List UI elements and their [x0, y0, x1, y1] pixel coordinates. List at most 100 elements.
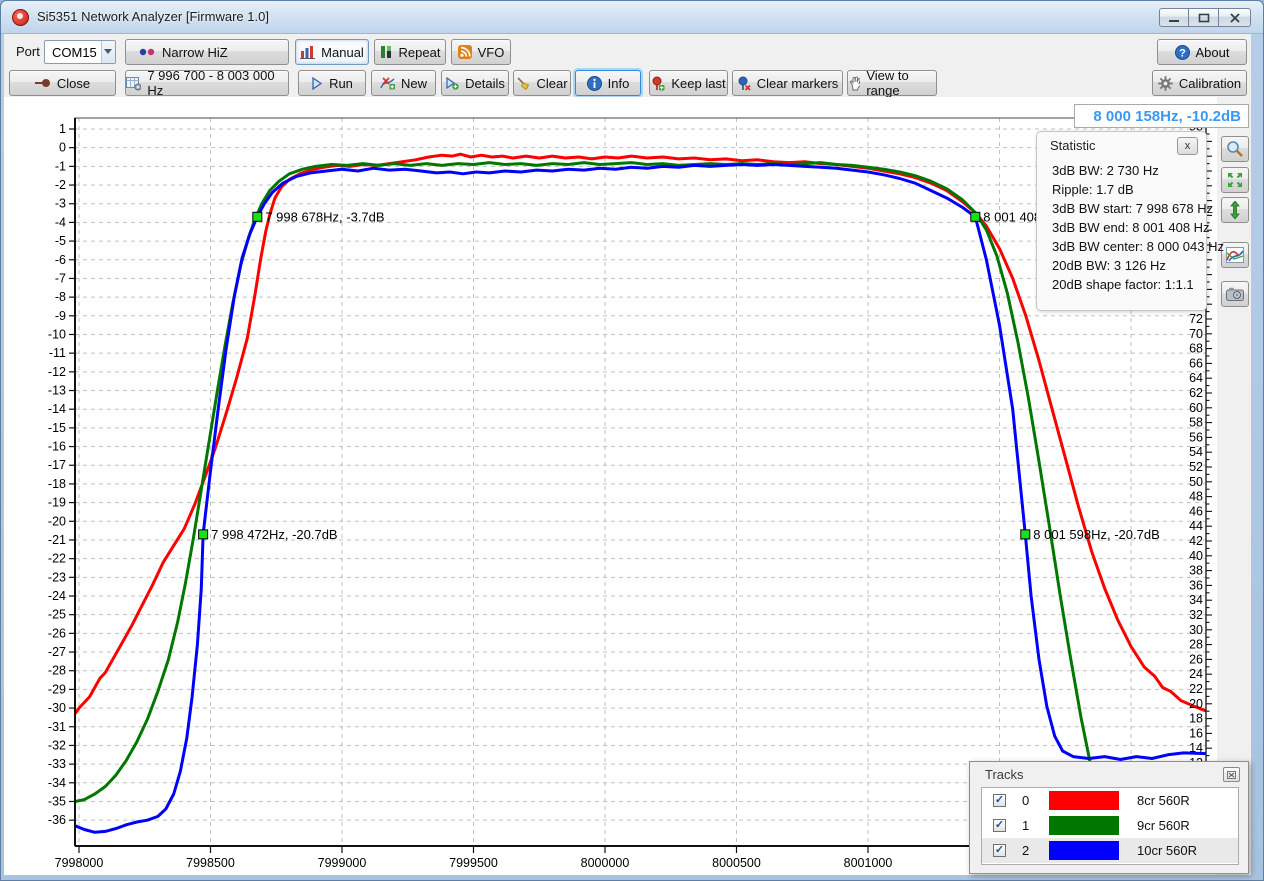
vfo-button[interactable]: VFO: [451, 39, 511, 65]
manual-toggle[interactable]: Manual: [295, 39, 369, 65]
svg-text:40: 40: [1189, 549, 1203, 563]
track-label: 10cr 560R: [1137, 843, 1197, 858]
svg-text:56: 56: [1189, 430, 1203, 444]
track-checkbox[interactable]: ✓: [993, 819, 1006, 832]
calibration-button[interactable]: Calibration: [1152, 70, 1247, 96]
run-icon: [311, 77, 323, 90]
svg-text:24: 24: [1189, 667, 1203, 681]
frequency-range-button[interactable]: 7 996 700 - 8 003 000 Hz: [125, 70, 289, 96]
svg-text:8000000: 8000000: [581, 856, 630, 870]
minimize-button[interactable]: [1159, 8, 1189, 27]
vfo-icon: [458, 45, 472, 59]
camera-icon: [1226, 287, 1244, 301]
run-button[interactable]: Run: [298, 70, 366, 96]
svg-text:8 001 598Hz, -20.7dB: 8 001 598Hz, -20.7dB: [1033, 527, 1159, 542]
title-bar[interactable]: Si5351 Network Analyzer [Firmware 1.0]: [1, 1, 1263, 34]
svg-text:-24: -24: [48, 589, 66, 603]
zoom-button[interactable]: [1221, 136, 1249, 162]
minimize-icon: [1168, 13, 1180, 23]
tracks-title: Tracks: [985, 767, 1024, 782]
svg-text:-4: -4: [55, 215, 66, 229]
svg-text:-13: -13: [48, 384, 66, 398]
stat-line-ripple: Ripple: 1.7 dB: [1052, 180, 1224, 199]
svg-text:-5: -5: [55, 234, 66, 248]
tracks-close-button[interactable]: [1223, 767, 1240, 782]
stat-line-bw-center: 3dB BW center: 8 000 043 Hz: [1052, 237, 1224, 256]
svg-text:-27: -27: [48, 645, 66, 659]
svg-text:?: ?: [1179, 47, 1186, 59]
keep-last-button[interactable]: Keep last: [649, 70, 728, 96]
track-row[interactable]: ✓ 0 8cr 560R: [982, 788, 1238, 813]
svg-text:36: 36: [1189, 578, 1203, 592]
svg-text:-30: -30: [48, 701, 66, 715]
help-icon: ?: [1175, 45, 1190, 60]
svg-text:-12: -12: [48, 365, 66, 379]
svg-text:0: 0: [59, 141, 66, 155]
track-row[interactable]: ✓ 2 10cr 560R: [982, 838, 1238, 863]
info-button[interactable]: Info: [575, 70, 641, 96]
pin-add-icon: [651, 76, 665, 91]
track-label: 9cr 560R: [1137, 818, 1190, 833]
new-button[interactable]: New: [371, 70, 436, 96]
cursor-readout: 8 000 158Hz, -10.2dB: [1074, 104, 1249, 128]
svg-text:-2: -2: [55, 178, 66, 192]
svg-text:62: 62: [1189, 386, 1203, 400]
client-area: Port COM15 Narrow HiZ Manual Repeat VFO …: [4, 34, 1251, 875]
hand-icon: [848, 76, 860, 91]
chevron-down-icon: [101, 41, 115, 63]
maximize-button[interactable]: [1189, 8, 1219, 27]
about-button[interactable]: ? About: [1157, 39, 1247, 65]
svg-text:34: 34: [1189, 593, 1203, 607]
track-checkbox[interactable]: ✓: [993, 844, 1006, 857]
svg-text:-26: -26: [48, 626, 66, 640]
screenshot-button[interactable]: [1221, 281, 1249, 307]
svg-text:20: 20: [1189, 697, 1203, 711]
narrow-hiz-button[interactable]: Narrow HiZ: [125, 39, 289, 65]
port-label: Port: [16, 44, 40, 59]
track-index: 2: [1022, 843, 1036, 858]
svg-text:42: 42: [1189, 534, 1203, 548]
close-connection-button[interactable]: Close: [9, 70, 116, 96]
new-icon: [380, 76, 395, 90]
fit-vertical-button[interactable]: [1221, 197, 1249, 223]
svg-text:-8: -8: [55, 290, 66, 304]
svg-text:7998000: 7998000: [55, 856, 104, 870]
svg-text:-32: -32: [48, 738, 66, 752]
svg-text:26: 26: [1189, 652, 1203, 666]
details-button[interactable]: Details: [441, 70, 509, 96]
view-to-range-button[interactable]: View to range: [847, 70, 937, 96]
stat-line-shape-factor: 20dB shape factor: 1:1.1: [1052, 275, 1224, 294]
clear-button[interactable]: Clear: [513, 70, 571, 96]
svg-text:7999500: 7999500: [449, 856, 498, 870]
broom-icon: [516, 76, 530, 90]
track-label: 8cr 560R: [1137, 793, 1190, 808]
svg-text:-3: -3: [55, 197, 66, 211]
statistic-close-button[interactable]: x: [1177, 137, 1198, 155]
svg-text:-21: -21: [48, 533, 66, 547]
checkbox-check-icon: ✓: [995, 795, 1004, 806]
app-icon: [12, 9, 29, 26]
stat-line-bw-start: 3dB BW start: 7 998 678 Hz: [1052, 199, 1224, 218]
track-checkbox[interactable]: ✓: [993, 794, 1006, 807]
port-select[interactable]: COM15: [44, 40, 116, 64]
svg-text:22: 22: [1189, 682, 1203, 696]
svg-text:44: 44: [1189, 519, 1203, 533]
tracks-list: ✓ 0 8cr 560R ✓ 1 9cr 560R ✓ 2 10cr 560R: [981, 787, 1239, 865]
svg-text:-36: -36: [48, 813, 66, 827]
graph-icon: [1226, 247, 1244, 263]
svg-text:-1: -1: [55, 159, 66, 173]
repeat-icon: [380, 45, 393, 59]
svg-text:-16: -16: [48, 440, 66, 454]
svg-text:-33: -33: [48, 757, 66, 771]
svg-text:7 998 472Hz, -20.7dB: 7 998 472Hz, -20.7dB: [211, 527, 337, 542]
clear-markers-button[interactable]: Clear markers: [732, 70, 843, 96]
track-row[interactable]: ✓ 1 9cr 560R: [982, 813, 1238, 838]
fit-all-button[interactable]: [1221, 167, 1249, 193]
repeat-button[interactable]: Repeat: [374, 39, 446, 65]
pin-delete-icon: [737, 76, 751, 91]
svg-text:52: 52: [1189, 460, 1203, 474]
svg-text:7 998 678Hz, -3.7dB: 7 998 678Hz, -3.7dB: [265, 209, 384, 224]
svg-text:30: 30: [1189, 623, 1203, 637]
close-window-button[interactable]: [1219, 8, 1251, 27]
traces-view-button[interactable]: [1221, 242, 1249, 268]
